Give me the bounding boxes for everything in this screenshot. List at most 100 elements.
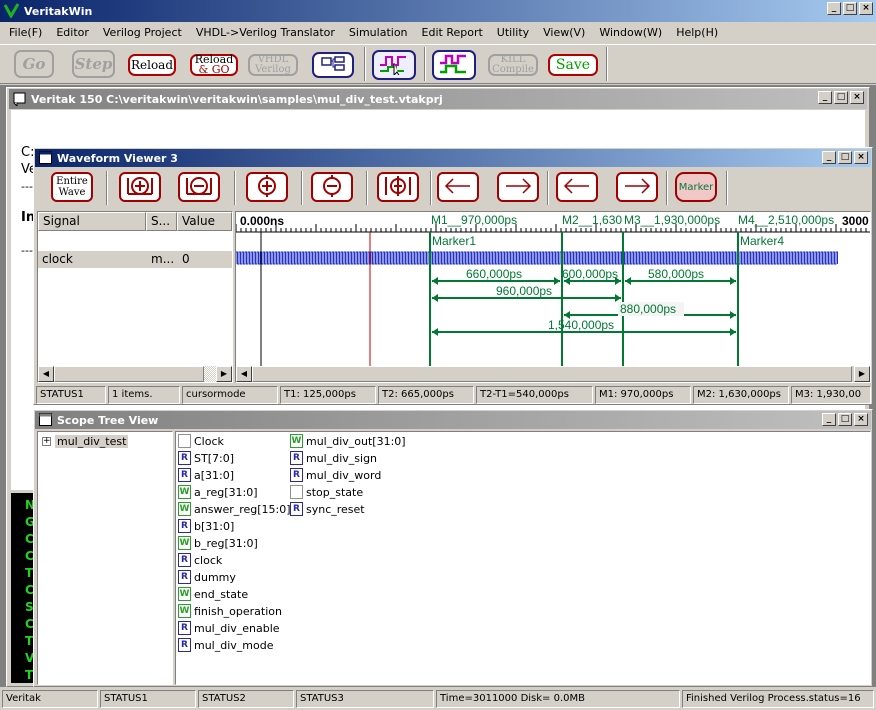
reg-icon: R xyxy=(290,502,303,516)
step-button[interactable]: Step xyxy=(72,50,115,78)
minimize-button[interactable]: _ xyxy=(822,413,836,426)
menu-view[interactable]: View(V) xyxy=(536,24,592,41)
scope-signal-item[interactable]: Wa_reg[31:0] xyxy=(178,485,258,499)
interval-arrowhead xyxy=(554,277,560,285)
scroll-left-arrow[interactable]: ◀ xyxy=(236,366,252,382)
scope-signal-item[interactable]: Rmul_div_mode xyxy=(178,638,274,652)
menu-verilog-project[interactable]: Verilog Project xyxy=(96,24,189,41)
close-button[interactable]: × xyxy=(854,413,868,426)
signal-row[interactable]: clock m... 0 xyxy=(38,251,232,268)
entire-wave-button[interactable]: Entire Wave xyxy=(51,172,93,202)
scroll-right-arrow[interactable]: ▶ xyxy=(854,366,870,382)
menu-help[interactable]: Help(H) xyxy=(669,24,725,41)
hierarchy-button[interactable] xyxy=(312,52,354,78)
minimize-button[interactable]: _ xyxy=(818,91,832,104)
scroll-thumb[interactable] xyxy=(54,366,204,382)
vhdl-verilog-button[interactable]: VHDL Verilog xyxy=(248,54,298,76)
zoom-in-area-button[interactable] xyxy=(119,172,161,202)
interval-label: 880,000ps xyxy=(620,302,676,316)
scope-signal-label: b_reg[31:0] xyxy=(194,536,258,550)
column-header-signal[interactable]: Signal xyxy=(38,212,146,231)
column-header-value[interactable]: Value xyxy=(177,212,232,231)
menu-utility[interactable]: Utility xyxy=(490,24,536,41)
scope-signal-item[interactable]: Rdummy xyxy=(178,570,236,584)
minimize-button[interactable]: _ xyxy=(822,151,836,164)
scope-signal-item[interactable]: Clock xyxy=(178,434,224,448)
close-button[interactable]: × xyxy=(850,91,864,104)
status-field: Finished Verilog Process.status=16 xyxy=(682,690,874,708)
marker-header-m1: M1__970,000ps xyxy=(431,213,517,227)
reload-go-button[interactable]: Reload & GO xyxy=(190,54,238,76)
scroll-left-button[interactable] xyxy=(437,172,479,202)
menu-window[interactable]: Window(W) xyxy=(592,24,669,41)
minimize-button[interactable]: _ xyxy=(827,2,841,15)
scope-signal-item[interactable]: Wmul_div_out[31:0] xyxy=(290,434,406,448)
reg-icon: R xyxy=(178,519,191,533)
toolbar-separator xyxy=(547,171,549,205)
maximize-button[interactable]: □ xyxy=(834,91,848,104)
menu-simulation[interactable]: Simulation xyxy=(342,24,415,41)
menu-editor[interactable]: Editor xyxy=(49,24,96,41)
maximize-button[interactable]: □ xyxy=(838,413,852,426)
signal-value: 0 xyxy=(182,252,190,266)
zoom-out-area-button[interactable] xyxy=(178,172,220,202)
scope-signal-item[interactable]: Rmul_div_enable xyxy=(178,621,280,635)
wire-icon: W xyxy=(178,485,191,499)
arrow-right-icon xyxy=(622,176,652,199)
scope-signal-label: a[31:0] xyxy=(194,468,235,482)
scope-signal-item[interactable]: stop_state xyxy=(290,485,363,499)
scope-signal-item[interactable]: Wend_state xyxy=(178,587,248,601)
main-statusbar: Veritak STATUS1 STATUS2 STATUS3 Time=301… xyxy=(0,688,876,710)
toolbar-separator xyxy=(666,171,668,205)
scope-signal-item[interactable]: Rsync_reset xyxy=(290,502,365,516)
zoom-out-area-icon xyxy=(184,174,214,201)
scope-signal-item[interactable]: Rb[31:0] xyxy=(178,519,234,533)
maximize-button[interactable]: □ xyxy=(843,2,857,15)
scroll-thumb[interactable] xyxy=(252,366,852,382)
waveform-view-button[interactable] xyxy=(372,50,416,80)
go-button[interactable]: Go xyxy=(14,50,54,78)
waveform-hscrollbar[interactable]: ◀ ▶ xyxy=(236,366,870,382)
next-marker-button[interactable] xyxy=(616,172,658,202)
waveform-canvas-pane[interactable]: 0.000ns 3000 M1__970,000ps M2__1,630 M3_… xyxy=(235,211,871,383)
scope-signal-label: mul_div_mode xyxy=(194,638,274,652)
scope-signal-item[interactable]: Rmul_div_word xyxy=(290,468,381,482)
zoom-in-button[interactable] xyxy=(246,172,288,202)
zoom-out-button[interactable] xyxy=(311,172,353,202)
close-button[interactable]: × xyxy=(859,2,873,15)
toolbar-separator xyxy=(424,47,426,81)
expand-icon[interactable]: + xyxy=(42,437,51,446)
menu-file[interactable]: File(F) xyxy=(2,24,49,41)
zoom-cursor-icon xyxy=(383,174,413,201)
scroll-left-arrow[interactable]: ◀ xyxy=(38,366,54,382)
column-header-s[interactable]: S... xyxy=(146,212,177,231)
scope-signal-item[interactable]: Rmul_div_sign xyxy=(290,451,377,465)
kill-compile-button[interactable]: KILL Compile xyxy=(488,54,538,76)
scope-signal-item[interactable]: R ST[7:0] xyxy=(178,451,234,465)
scope-signal-item[interactable]: Wfinish_operation xyxy=(178,604,282,618)
scroll-right-arrow[interactable]: ▶ xyxy=(216,366,232,382)
wire-icon: W xyxy=(178,587,191,601)
scope-signal-label: finish_operation xyxy=(194,604,282,618)
scope-signal-item[interactable]: Wanswer_reg[15:0] xyxy=(178,502,291,516)
scroll-right-button[interactable] xyxy=(497,172,539,202)
interval-label: 600,000ps xyxy=(562,267,618,281)
menu-vhdl-translator[interactable]: VHDL->Verilog Translator xyxy=(189,24,342,41)
waveform-button-2[interactable] xyxy=(432,50,476,80)
scope-signal-item[interactable]: Ra[31:0] xyxy=(178,468,234,482)
arrow-left-icon xyxy=(443,176,473,199)
reload-button[interactable]: Reload xyxy=(128,54,176,76)
save-button[interactable]: Save xyxy=(548,54,598,76)
waveform-canvas[interactable]: 0.000ns 3000 M1__970,000ps M2__1,630 M3_… xyxy=(236,212,870,366)
menu-edit-report[interactable]: Edit Report xyxy=(415,24,490,41)
zoom-cursor-button[interactable] xyxy=(377,172,419,202)
close-button[interactable]: × xyxy=(854,151,868,164)
tree-node[interactable]: + mul_div_test xyxy=(42,435,129,448)
marker-button[interactable]: Marker xyxy=(675,172,717,202)
scope-signal-item[interactable]: Wb_reg[31:0] xyxy=(178,536,258,550)
marker-label-1: Marker1 xyxy=(432,234,476,248)
signal-hscrollbar[interactable]: ◀ ▶ xyxy=(38,366,232,382)
prev-marker-button[interactable] xyxy=(556,172,598,202)
maximize-button[interactable]: □ xyxy=(838,151,852,164)
scope-signal-item[interactable]: Rclock xyxy=(178,553,222,567)
